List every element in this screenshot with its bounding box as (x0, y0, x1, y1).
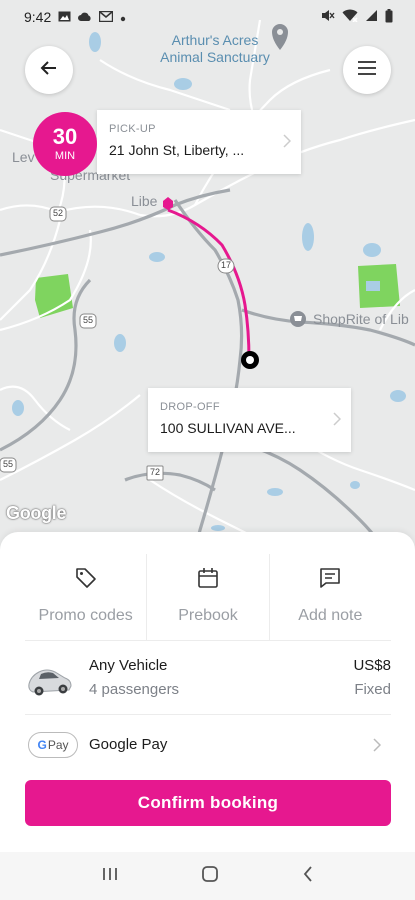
payment-method-name: Google Pay (89, 736, 168, 753)
pickup-address: 21 John St, Liberty, ... (109, 142, 245, 158)
chevron-right-icon (373, 738, 382, 757)
image-icon (58, 9, 71, 25)
note-icon (318, 566, 342, 595)
booking-sheet: Promo codes Prebook Add note Any Vehicle… (0, 532, 415, 852)
prebook-button[interactable]: Prebook (146, 554, 268, 640)
car-icon (25, 662, 73, 703)
promo-codes-label: Promo codes (38, 607, 133, 624)
arrow-left-icon (39, 58, 59, 83)
home-icon[interactable] (201, 865, 219, 888)
promo-codes-button[interactable]: Promo codes (25, 554, 146, 640)
back-button[interactable] (25, 46, 73, 94)
vehicle-price-type: Fixed (354, 681, 391, 698)
dropoff-marker[interactable] (241, 351, 259, 369)
dot-icon (120, 9, 126, 25)
eta-unit: MIN (54, 149, 76, 162)
chevron-right-icon (333, 412, 342, 431)
menu-button[interactable] (343, 46, 391, 94)
eta-badge: 30 MIN (33, 112, 97, 176)
prebook-label: Prebook (178, 607, 238, 624)
vehicle-name: Any Vehicle (89, 657, 168, 674)
mute-icon (321, 9, 335, 25)
add-note-label: Add note (298, 607, 363, 624)
pickup-card[interactable]: PICK-UP 21 John St, Liberty, ... (97, 110, 301, 174)
dropoff-caption: DROP-OFF (160, 401, 220, 413)
eta-value: 30 (52, 123, 78, 149)
gpay-text: Pay (47, 738, 69, 752)
map-label-liberty: Libe (131, 193, 158, 209)
cloud-icon (78, 9, 92, 25)
back-nav-icon[interactable] (302, 865, 314, 888)
vehicle-passengers: 4 passengers (89, 681, 180, 698)
dropoff-address: 100 SULLIVAN AVE... (160, 420, 296, 436)
status-time: 9:42 (24, 9, 52, 25)
divider (25, 640, 391, 641)
chevron-right-icon (283, 134, 292, 153)
route-shield-55: 55 (82, 315, 93, 325)
vehicle-selector[interactable]: Any Vehicle 4 passengers US$8 Fixed (25, 652, 391, 714)
route-shield-17: 17 (220, 260, 231, 270)
divider (25, 714, 391, 715)
route-shield-52: 52 (52, 208, 63, 218)
poi-shoprite-label: ShopRite of Lib (313, 311, 409, 327)
route-shield-72: 72 (149, 467, 160, 477)
signal-icon (365, 9, 378, 25)
wifi-icon (342, 9, 358, 25)
action-row: Promo codes Prebook Add note (25, 554, 391, 640)
route-shield-55b: 55 (2, 459, 13, 469)
battery-icon (385, 8, 393, 26)
system-nav-bar (0, 852, 415, 900)
route-line (167, 208, 251, 361)
recent-apps-icon[interactable] (101, 866, 119, 887)
google-attribution[interactable]: Google (6, 503, 67, 524)
pickup-caption: PICK-UP (109, 123, 156, 135)
map-parks (35, 264, 400, 318)
status-bar: 9:42 (0, 0, 415, 34)
hamburger-menu-icon (357, 60, 377, 81)
gmail-icon (99, 9, 114, 25)
shopping-cart-pin-icon (290, 311, 306, 327)
vehicle-price: US$8 (353, 657, 391, 674)
calendar-icon (196, 566, 220, 595)
payment-method-selector[interactable]: G Pay Google Pay (25, 728, 391, 764)
gpay-g: G (37, 738, 47, 752)
poi-arthurs-acres-label: Arthur's Acres Animal Sanctuary (160, 32, 270, 65)
dropoff-card[interactable]: DROP-OFF 100 SULLIVAN AVE... (148, 388, 351, 452)
tag-icon (74, 566, 98, 595)
add-note-button[interactable]: Add note (268, 554, 391, 640)
confirm-booking-button[interactable]: Confirm booking (25, 780, 391, 826)
map-water (12, 32, 406, 531)
map-label-lev: Lev (12, 149, 35, 165)
google-pay-icon: G Pay (28, 732, 78, 758)
